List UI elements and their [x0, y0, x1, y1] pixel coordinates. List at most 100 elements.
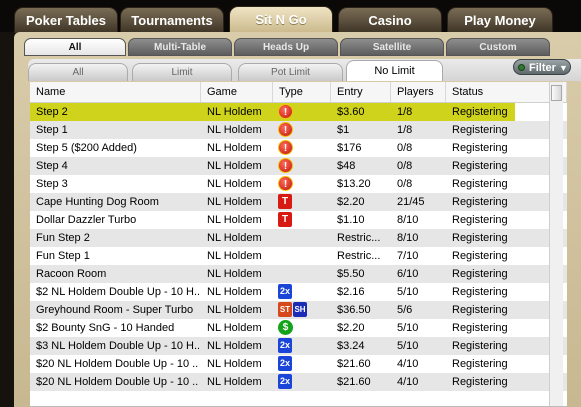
double-up-icon: 2x	[278, 284, 292, 299]
cell-name: Fun Step 2	[36, 232, 90, 244]
table-row[interactable]: Step 2 NL Holdem $3.60 1/8 Registering!	[30, 103, 567, 121]
step-alert-icon: !	[278, 140, 293, 155]
cell-players: 8/10	[397, 232, 419, 244]
vertical-scrollbar[interactable]	[549, 82, 563, 406]
table-row[interactable]: Step 4 NL Holdem $48 0/8 Registering!	[30, 157, 567, 175]
limit-tab-pot-limit[interactable]: Pot Limit	[238, 63, 343, 81]
filter-button[interactable]: Filter ▼	[513, 59, 571, 75]
subtab-all[interactable]: All	[24, 38, 126, 56]
cell-game: NL Holdem	[207, 106, 262, 118]
cell-name: $20 NL Holdem Double Up - 10 ...	[36, 376, 199, 388]
filter-status-icon	[518, 64, 525, 71]
table-row[interactable]: Step 3 NL Holdem $13.20 0/8 Registering!	[30, 175, 567, 193]
cell-players: 0/8	[397, 178, 413, 190]
cell-status: Registering	[452, 322, 508, 334]
cell-game: NL Holdem	[207, 214, 262, 226]
tab-poker-tables[interactable]: Poker Tables	[14, 7, 118, 33]
cell-game: NL Holdem	[207, 178, 262, 190]
cell-game: NL Holdem	[207, 142, 262, 154]
cell-status: Registering	[452, 376, 508, 388]
double-up-icon: 2x	[278, 356, 292, 371]
column-header-name[interactable]: Name	[30, 82, 201, 102]
cell-players: 8/10	[397, 214, 419, 226]
cell-players: 4/10	[397, 376, 419, 388]
cell-status: Registering	[452, 250, 508, 262]
tab-casino[interactable]: Casino	[338, 7, 442, 33]
cell-name: Step 1	[36, 124, 68, 136]
cell-players: 6/10	[397, 268, 419, 280]
limit-tab-no-limit[interactable]: No Limit	[346, 60, 443, 81]
cell-entry: $21.60	[337, 358, 371, 370]
column-header-type[interactable]: Type	[273, 82, 331, 102]
limit-tab-all[interactable]: All	[28, 63, 128, 81]
cell-name: $20 NL Holdem Double Up - 10 ...	[36, 358, 199, 370]
subtab-satellite[interactable]: Satellite	[340, 38, 444, 56]
table-row[interactable]: Dollar Dazzler Turbo NL Holdem $1.10 8/10 Re…	[30, 211, 567, 229]
cell-entry: $1	[337, 124, 350, 136]
cell-status: Registering	[452, 268, 508, 280]
subtab-multi-table[interactable]: Multi-Table	[128, 38, 232, 56]
cell-status: Registering	[452, 124, 508, 136]
table-row[interactable]: $20 NL Holdem Double Up - 10 ... NL Holde…	[30, 355, 567, 373]
tab-play-money[interactable]: Play Money	[447, 7, 553, 33]
cell-entry: $3.60	[337, 106, 365, 118]
limit-tab-bar: All Limit Pot Limit No Limit	[28, 59, 581, 81]
cell-status: Registering	[452, 106, 508, 118]
chevron-down-icon: ▼	[559, 63, 568, 73]
cell-status: Registering	[452, 340, 508, 352]
limit-tab-limit[interactable]: Limit	[132, 63, 232, 81]
turbo-icon: T	[278, 194, 292, 209]
cell-players: 0/8	[397, 142, 413, 154]
subtab-custom[interactable]: Custom	[446, 38, 550, 56]
cell-entry: $5.50	[337, 268, 365, 280]
table-row[interactable]: $2 NL Holdem Double Up - 10 H... NL Holde…	[30, 283, 567, 301]
table-row[interactable]: Racoon Room NL Holdem $5.50 6/10 Registering	[30, 265, 567, 283]
step-alert-icon: !	[278, 176, 293, 191]
cell-status: Registering	[452, 214, 508, 226]
cell-game: NL Holdem	[207, 340, 262, 352]
table-row[interactable]: Fun Step 2 NL Holdem Restric... 8/10 Registe…	[30, 229, 567, 247]
cell-name: $2 Bounty SnG - 10 Handed	[36, 322, 175, 334]
cell-game: NL Holdem	[207, 376, 262, 388]
column-header-players[interactable]: Players	[391, 82, 446, 102]
cell-game: NL Holdem	[207, 160, 262, 172]
table-row[interactable]: Greyhound Room - Super Turbo NL Holdem $36…	[30, 301, 567, 319]
cell-entry: $2.20	[337, 322, 365, 334]
cell-entry: $48	[337, 160, 356, 172]
short-handed-icon: SH	[293, 302, 307, 317]
cell-players: 7/10	[397, 250, 419, 262]
cell-name: Step 4	[36, 160, 68, 172]
cell-name: Step 3	[36, 178, 68, 190]
column-header-entry[interactable]: Entry	[331, 82, 391, 102]
table-row[interactable]: Step 1 NL Holdem $1 1/8 Registering!	[30, 121, 567, 139]
subtab-heads-up[interactable]: Heads Up	[234, 38, 338, 56]
cell-entry: $2.16	[337, 286, 365, 298]
cell-name: Dollar Dazzler Turbo	[36, 214, 137, 226]
cell-name: Step 2	[36, 106, 68, 118]
cell-entry: $13.20	[337, 178, 371, 190]
bounty-icon: $	[278, 320, 293, 335]
table-row[interactable]: Cape Hunting Dog Room NL Holdem $2.20 21/45…	[30, 193, 567, 211]
cell-status: Registering	[452, 178, 508, 190]
cell-game: NL Holdem	[207, 268, 262, 280]
turbo-icon: T	[278, 212, 292, 227]
tab-sit-n-go[interactable]: Sit N Go	[229, 6, 333, 33]
cell-entry: $21.60	[337, 376, 371, 388]
cell-game: NL Holdem	[207, 232, 262, 244]
table-row[interactable]: $2 Bounty SnG - 10 Handed NL Holdem $2.20 5…	[30, 319, 567, 337]
column-header-game[interactable]: Game	[201, 82, 273, 102]
scrollbar-thumb[interactable]	[551, 85, 562, 101]
cell-name: Greyhound Room - Super Turbo	[36, 304, 194, 316]
sit-n-go-panel: All Multi-Table Heads Up Satellite Custo…	[14, 32, 581, 407]
type-tab-bar: All Multi-Table Heads Up Satellite Custo…	[24, 38, 569, 56]
tab-tournaments[interactable]: Tournaments	[120, 7, 224, 33]
table-row[interactable]: $3 NL Holdem Double Up - 10 H... NL Holde…	[30, 337, 567, 355]
filter-label: Filter	[529, 62, 556, 74]
tournament-table: Name Game Type Entry Players Status Step…	[30, 82, 567, 406]
table-row[interactable]: Step 5 ($200 Added) NL Holdem $176 0/8 Regis…	[30, 139, 567, 157]
table-row[interactable]: $20 NL Holdem Double Up - 10 ... NL Holde…	[30, 373, 567, 391]
cell-name: Racoon Room	[36, 268, 107, 280]
double-up-icon: 2x	[278, 338, 292, 353]
table-row[interactable]: Fun Step 1 NL Holdem Restric... 7/10 Registe…	[30, 247, 567, 265]
lobby-window: Poker Tables Tournaments Sit N Go Casino…	[0, 0, 581, 407]
